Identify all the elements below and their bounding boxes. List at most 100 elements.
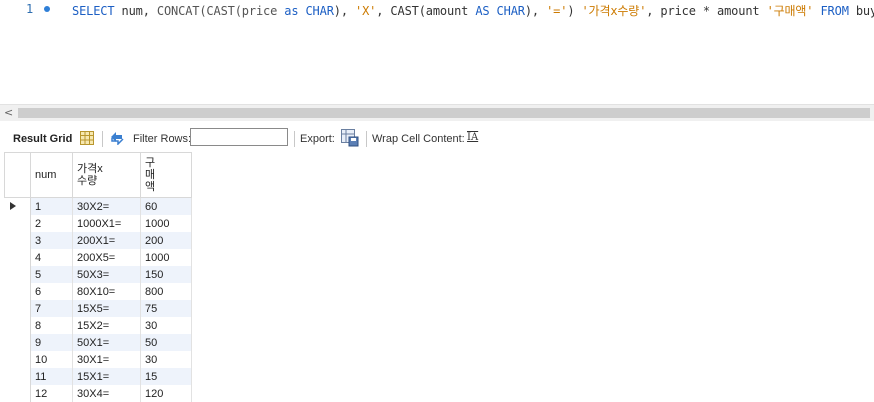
table-row[interactable]: 6 80X10= 800	[4, 283, 192, 300]
cell-num[interactable]: 10	[30, 351, 73, 368]
result-grid-tab[interactable]: Result Grid	[13, 133, 72, 145]
column-header-num[interactable]: num	[30, 152, 73, 198]
table-row[interactable]: 4 200X5= 1000	[4, 249, 192, 266]
cell-purchase-total[interactable]: 1000	[140, 249, 192, 266]
wrap-cell-content-icon[interactable]: IA	[467, 132, 478, 143]
cell-price-amount[interactable]: 30X4=	[72, 385, 141, 402]
code-token: AS	[475, 4, 490, 18]
cell-num[interactable]: 11	[30, 368, 73, 385]
line-number: 1	[26, 2, 34, 16]
code-token: buy;	[855, 4, 874, 18]
cell-price-amount[interactable]: 200X5=	[72, 249, 141, 266]
code-token: , CAST(amount	[376, 4, 476, 18]
result-grid[interactable]: num 가격x수량 구매액 1 30X2= 60 2 1000X1= 1000 …	[4, 152, 192, 402]
row-selector[interactable]	[4, 385, 31, 402]
cell-num[interactable]: 2	[30, 215, 73, 232]
cell-num[interactable]: 6	[30, 283, 73, 300]
cell-num[interactable]: 7	[30, 300, 73, 317]
filter-rows-input[interactable]	[190, 128, 288, 146]
cell-num[interactable]: 8	[30, 317, 73, 334]
cell-price-amount[interactable]: 30X1=	[72, 351, 141, 368]
row-selector[interactable]	[4, 283, 31, 300]
column-header-price-amount[interactable]: 가격x수량	[72, 152, 141, 198]
code-token: '구매액'	[766, 4, 814, 18]
code-token: 'X'	[355, 4, 377, 18]
toolbar-divider	[294, 131, 295, 147]
toolbar-divider	[366, 131, 367, 147]
table-row[interactable]: 9 50X1= 50	[4, 334, 192, 351]
code-token: '가격x수량'	[581, 4, 647, 18]
scrollbar-thumb[interactable]	[18, 108, 870, 118]
cell-price-amount[interactable]: 80X10=	[72, 283, 141, 300]
row-selector-header	[4, 152, 31, 198]
table-row[interactable]: 12 30X4= 120	[4, 385, 192, 402]
table-row[interactable]: 10 30X1= 30	[4, 351, 192, 368]
cell-purchase-total[interactable]: 60	[140, 197, 192, 215]
cell-purchase-total[interactable]: 800	[140, 283, 192, 300]
cell-num[interactable]: 5	[30, 266, 73, 283]
row-selector[interactable]	[4, 334, 31, 351]
cell-num[interactable]: 12	[30, 385, 73, 402]
table-row[interactable]: 8 15X2= 30	[4, 317, 192, 334]
cell-purchase-total[interactable]: 50	[140, 334, 192, 351]
export-label: Export:	[300, 133, 335, 145]
cell-price-amount[interactable]: 15X1=	[72, 368, 141, 385]
cell-purchase-total[interactable]: 30	[140, 351, 192, 368]
cell-purchase-total[interactable]: 75	[140, 300, 192, 317]
grid-view-icon[interactable]	[80, 131, 94, 148]
row-selector[interactable]	[4, 300, 31, 317]
column-header-label: 구매액	[145, 157, 156, 193]
cell-price-amount[interactable]: 50X3=	[72, 266, 141, 283]
statement-marker-icon	[44, 6, 50, 12]
code-token: ),	[524, 4, 547, 18]
row-selector[interactable]	[4, 351, 31, 368]
sql-code-line[interactable]: SELECT num, CONCAT(CAST(price as CHAR) , …	[72, 2, 874, 19]
cell-num[interactable]: 3	[30, 232, 73, 249]
refresh-icon[interactable]	[109, 131, 125, 148]
cell-price-amount[interactable]: 200X1=	[72, 232, 141, 249]
cell-price-amount[interactable]: 15X5=	[72, 300, 141, 317]
row-selector[interactable]	[4, 266, 31, 283]
cell-purchase-total[interactable]: 150	[140, 266, 192, 283]
column-header-purchase-total[interactable]: 구매액	[140, 152, 192, 198]
editor-horizontal-scrollbar[interactable]: <	[0, 104, 874, 121]
cell-price-amount[interactable]: 50X1=	[72, 334, 141, 351]
result-toolbar: Result Grid Filter Rows: Export: Wrap Ce…	[0, 126, 874, 150]
cell-num[interactable]: 4	[30, 249, 73, 266]
cell-purchase-total[interactable]: 1000	[140, 215, 192, 232]
code-token: , price * amount	[646, 4, 767, 18]
row-selector[interactable]	[4, 232, 31, 249]
scroll-left-arrow-icon[interactable]: <	[4, 106, 13, 119]
code-token: SELECT	[72, 4, 115, 18]
cell-price-amount[interactable]: 15X2=	[72, 317, 141, 334]
table-row[interactable]: 11 15X1= 15	[4, 368, 192, 385]
cell-purchase-total[interactable]: 15	[140, 368, 192, 385]
filter-rows-label: Filter Rows:	[133, 133, 192, 145]
sql-editor[interactable]: 1 SELECT num, CONCAT(CAST(price as CHAR)…	[0, 0, 874, 104]
code-token: )	[567, 4, 582, 18]
table-row[interactable]: 5 50X3= 150	[4, 266, 192, 283]
row-selector[interactable]	[4, 368, 31, 385]
cell-num[interactable]: 9	[30, 334, 73, 351]
table-row[interactable]: 7 15X5= 75	[4, 300, 192, 317]
cell-price-amount[interactable]: 30X2=	[72, 197, 141, 215]
cell-num[interactable]: 1	[30, 197, 73, 215]
cell-purchase-total[interactable]: 30	[140, 317, 192, 334]
current-row-arrow-icon	[9, 202, 16, 210]
code-token: ),	[333, 4, 356, 18]
row-selector[interactable]	[4, 215, 31, 232]
code-token: CHAR	[305, 4, 334, 18]
row-selector[interactable]	[4, 317, 31, 334]
row-selector[interactable]	[4, 197, 31, 215]
cell-price-amount[interactable]: 1000X1=	[72, 215, 141, 232]
cell-purchase-total[interactable]: 200	[140, 232, 192, 249]
code-token: CHAR	[496, 4, 525, 18]
table-row[interactable]: 2 1000X1= 1000	[4, 215, 192, 232]
export-icon[interactable]	[341, 129, 359, 150]
table-row[interactable]: 1 30X2= 60	[4, 197, 192, 215]
row-selector[interactable]	[4, 249, 31, 266]
cell-purchase-total[interactable]: 120	[140, 385, 192, 402]
table-row[interactable]: 3 200X1= 200	[4, 232, 192, 249]
code-token: '='	[546, 4, 568, 18]
